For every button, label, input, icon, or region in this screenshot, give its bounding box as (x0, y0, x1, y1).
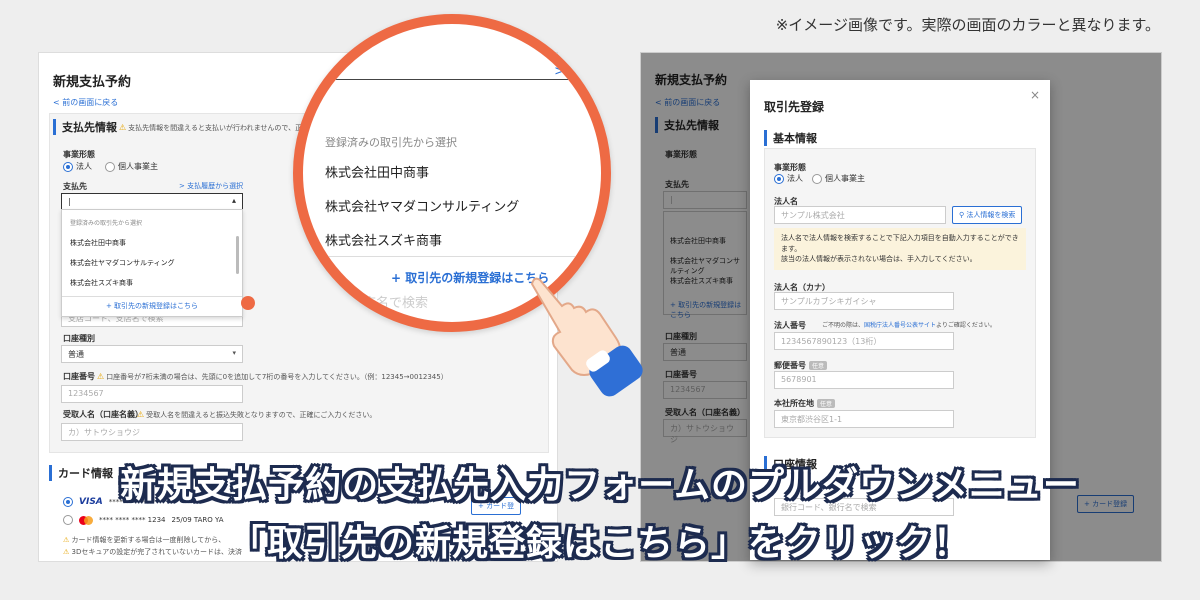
corp-search-button[interactable]: ⚲ 法人情報を検索 (952, 206, 1023, 224)
modal-entity-label: 事業形態 (774, 163, 806, 172)
close-icon[interactable]: × (1030, 88, 1040, 102)
caption-line-1: 新規支払予約の支払先入力フォームのプルダウンメニュー (120, 465, 1080, 506)
section-title-payee: 支払先情報 (53, 119, 117, 135)
modal-title: 取引先登録 (764, 100, 825, 114)
corp-name-input[interactable]: サンプル株式会社 (774, 206, 946, 224)
radio-sole-proprietor[interactable]: 個人事業主 (105, 161, 158, 172)
magnifier-divider (303, 256, 601, 257)
kana-input[interactable]: サンプルカブシキガイシャ (774, 292, 954, 310)
account-type-label: 口座種別 (63, 334, 95, 343)
modal-radio-corporate[interactable]: 法人 (774, 173, 803, 184)
magnifier-ghost-text: 店名で検索 (363, 296, 429, 311)
payee-dropdown: 登録済みの取引先から選択 株式会社田中商事 株式会社ヤマダコンサルティング 株式… (61, 209, 243, 317)
radio-on-icon (63, 161, 73, 172)
dropdown-item[interactable]: 株式会社スズキ商事 (70, 278, 133, 288)
magnifier-dropdown-item[interactable]: 株式会社ヤマダコンサルティング (325, 196, 519, 215)
address-input[interactable]: 東京都渋谷区1-1 (774, 410, 954, 428)
recipient-input[interactable]: カ）サトウショウジ (61, 423, 243, 441)
corp-no-input[interactable]: 1234567890123（13桁） (774, 332, 954, 350)
radio-corporate[interactable]: 法人 (63, 161, 92, 172)
account-type-select[interactable]: 普通 ▾ (61, 345, 243, 363)
dropdown-scrollbar[interactable] (236, 236, 239, 274)
image-note: ※イメージ画像です。実際の画面のカラーと異なります。 (775, 16, 1160, 34)
add-new-payee-link[interactable]: + 取引先の新規登録はこちら (62, 301, 242, 311)
history-link[interactable]: > 支払履歴から選択 (179, 181, 243, 191)
account-no-input[interactable]: 1234567 (61, 385, 243, 403)
entity-label: 事業形態 (63, 150, 95, 159)
modal-section-basic: 基本情報 (764, 130, 817, 146)
warning-icon: ⚠ (97, 372, 105, 381)
radio-off-icon (105, 161, 115, 172)
optional-badge: 任意 (809, 361, 828, 370)
nta-site-link[interactable]: 国税庁法人番号公表サイト (864, 322, 936, 329)
caret-down-icon: ▾ (232, 349, 236, 357)
corp-search-info: 法人名で法人情報を検索することで下記入力項目を自動入力することができます。 該当… (774, 228, 1026, 270)
magnifier-dropdown-item[interactable]: 株式会社田中商事 (325, 162, 429, 181)
magnifier-input-edge (303, 79, 601, 80)
section-warning: ⚠ 支払先情報を間違えると支払いが行われませんので、正確に (119, 123, 317, 132)
magnifier-dropdown-header: 登録済みの取引先から選択 (325, 136, 457, 149)
warning-icon: ⚠ (137, 410, 145, 419)
optional-badge: 任意 (817, 399, 836, 408)
warning-icon: ⚠ (119, 123, 127, 132)
radio-off-icon (812, 173, 822, 184)
page-title: 新規支払予約 (53, 75, 132, 90)
modal-radio-sole[interactable]: 個人事業主 (812, 173, 865, 184)
postal-label: 郵便番号 任意 (774, 360, 828, 371)
account-no-warning: ⚠ 口座番号が7桁未満の場合は、先頭に0を追加して7桁の番号を入力してください。（… (97, 372, 448, 381)
postal-input[interactable]: 5678901 (774, 371, 954, 389)
dropdown-item[interactable]: 株式会社ヤマダコンサルティング (70, 258, 175, 268)
caption-line-2: 「取引先の新規登録はこちら」をクリック！ (229, 523, 970, 564)
magnifier-dropdown-item[interactable]: 株式会社スズキ商事 (325, 230, 442, 249)
radio-on-icon (774, 173, 784, 184)
dropdown-item[interactable]: 株式会社田中商事 (70, 238, 126, 248)
magnifier-connector (241, 296, 255, 310)
dropdown-header: 登録済みの取引先から選択 (70, 220, 143, 227)
payee-label: 支払先 (63, 182, 87, 191)
corp-no-hint: ご不明の際は、国税庁法人番号公表サイトよりご確認ください。 (822, 322, 996, 329)
account-no-label: 口座番号 (63, 372, 95, 381)
caret-up-icon: ▴ (231, 196, 236, 205)
recipient-label: 受取人名（口座名義） (63, 410, 143, 419)
dropdown-divider (62, 296, 242, 297)
recipient-warning: ⚠ 受取人名を間違えると振込失敗となりますので、正確にご入力ください。 (137, 410, 377, 419)
back-link[interactable]: < 前の画面に戻る (53, 97, 118, 108)
pointing-hand-icon (530, 277, 643, 397)
magnifier-top-link: > (554, 64, 565, 79)
corp-no-label: 法人番号 (774, 321, 806, 330)
address-label: 本社所在地 任意 (774, 398, 836, 409)
